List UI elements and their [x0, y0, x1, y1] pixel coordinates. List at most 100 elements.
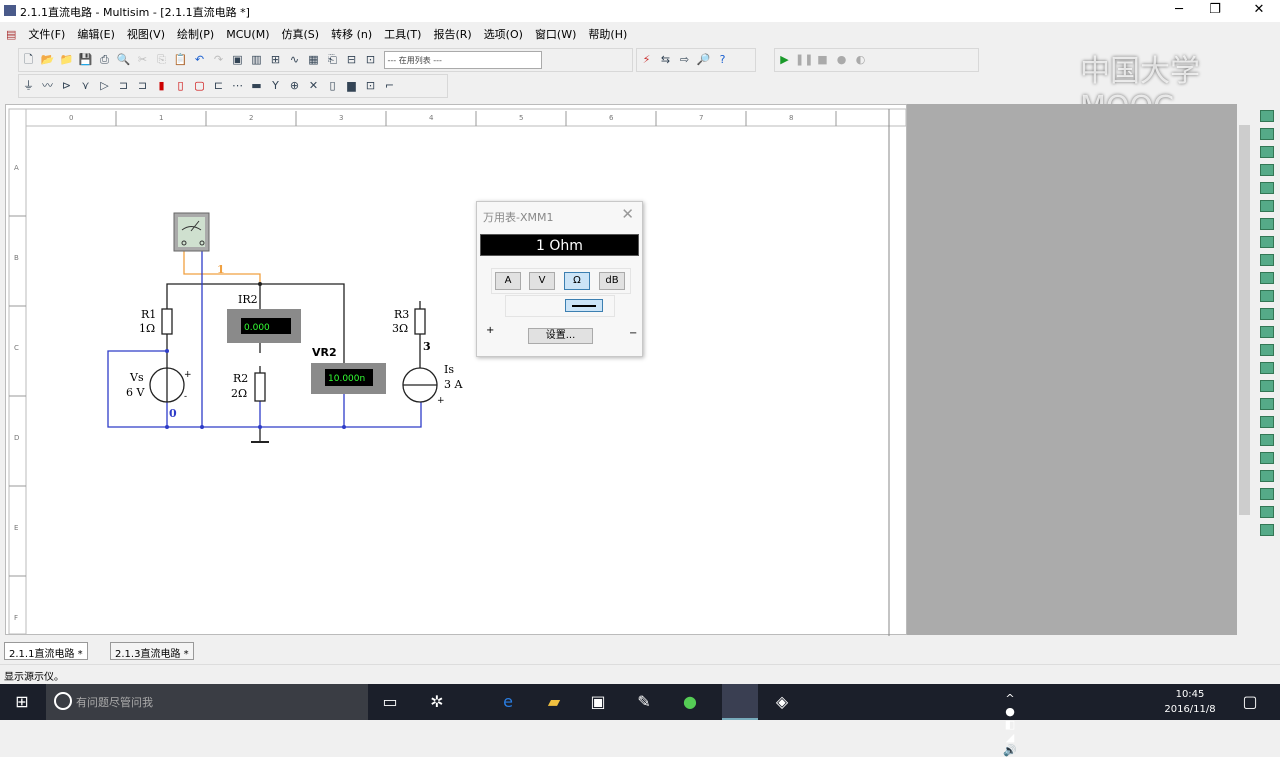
- hier-block-icon[interactable]: ▆: [343, 78, 360, 94]
- erc-icon[interactable]: ⚡: [638, 52, 655, 68]
- bus-icon[interactable]: ⊡: [362, 78, 379, 94]
- paste-icon[interactable]: 📋: [172, 52, 189, 68]
- undo-icon[interactable]: ↶: [191, 52, 208, 68]
- file-explorer-icon[interactable]: ▰: [544, 692, 564, 712]
- tab-2-1-3[interactable]: 2.1.3直流电路 *: [110, 642, 194, 660]
- mode-a-button[interactable]: A: [495, 272, 521, 290]
- instrument-icon[interactable]: [1260, 506, 1274, 518]
- instrument-icon[interactable]: [1260, 272, 1274, 284]
- toggle-design-icon[interactable]: ▣: [229, 52, 246, 68]
- in-use-list-dropdown[interactable]: --- 在用列表 ---: [383, 51, 542, 69]
- green-app-icon[interactable]: ●: [680, 692, 700, 712]
- instrument-icon[interactable]: [1260, 398, 1274, 410]
- mode-db-button[interactable]: dB: [599, 272, 625, 290]
- menu-item[interactable]: 仿真(S): [276, 22, 326, 46]
- app-icon-2[interactable]: ◈: [772, 692, 792, 712]
- multisim-task[interactable]: [722, 684, 758, 720]
- schematic-workspace[interactable]: 0 1 2 3 4 5 6 7 8 A B C D E F 1 0 3 R1 1Ω R2 2Ω R3 3Ω: [5, 104, 907, 636]
- instrument-icon[interactable]: [1260, 452, 1274, 464]
- instrument-icon[interactable]: [1260, 380, 1274, 392]
- task-view-icon[interactable]: ▭: [380, 692, 400, 712]
- misc-icon[interactable]: ⋯: [229, 78, 246, 94]
- mixed-icon[interactable]: ▯: [172, 78, 189, 94]
- menu-item[interactable]: 视图(V): [121, 22, 171, 46]
- instrument-icon[interactable]: [1260, 164, 1274, 176]
- mcu-icon[interactable]: ▮: [153, 78, 170, 94]
- paint-icon[interactable]: ✎: [634, 692, 654, 712]
- instrument-icon[interactable]: [1260, 344, 1274, 356]
- mode-v-button[interactable]: V: [529, 272, 555, 290]
- instrument-icon[interactable]: [1260, 236, 1274, 248]
- menu-item[interactable]: 文件(F): [22, 22, 71, 46]
- power-icon[interactable]: ⊏: [210, 78, 227, 94]
- instrument-icon[interactable]: [1260, 110, 1274, 122]
- menu-item[interactable]: 绘制(P): [171, 22, 220, 46]
- instrument-icon[interactable]: [1260, 128, 1274, 140]
- instrument-icon[interactable]: [1260, 362, 1274, 374]
- windows-start-icon[interactable]: ⊞: [12, 692, 32, 712]
- mode-ohm-button[interactable]: Ω: [564, 272, 590, 290]
- open-sample-icon[interactable]: 📁: [58, 52, 75, 68]
- advanced-icon[interactable]: ▬: [248, 78, 265, 94]
- redo-icon[interactable]: ↷: [210, 52, 227, 68]
- help-icon[interactable]: ?: [714, 52, 731, 68]
- transfer-icon[interactable]: ⇨: [676, 52, 693, 68]
- calc-icon[interactable]: ▦: [305, 52, 322, 68]
- instrument-icon[interactable]: [1260, 146, 1274, 158]
- electromech-icon[interactable]: ⊕: [286, 78, 303, 94]
- instrument-icon[interactable]: [1260, 308, 1274, 320]
- maximize-button[interactable]: ❐: [1203, 2, 1227, 17]
- clock[interactable]: 10:45 2016/11/8: [1160, 687, 1220, 717]
- instrument-icon[interactable]: [1260, 488, 1274, 500]
- cortana-search[interactable]: 有问题尽管问我: [46, 684, 368, 720]
- instrument-icon[interactable]: [1260, 434, 1274, 446]
- grapher-icon[interactable]: ∿: [286, 52, 303, 68]
- open-icon[interactable]: 📂: [39, 52, 56, 68]
- menu-item[interactable]: 报告(R): [427, 22, 477, 46]
- spreadsheet-icon[interactable]: ▥: [248, 52, 265, 68]
- instrument-icon[interactable]: [1260, 290, 1274, 302]
- print-icon[interactable]: ⎙: [96, 52, 113, 68]
- rf-icon[interactable]: Y: [267, 78, 284, 94]
- minimize-button[interactable]: ─: [1167, 2, 1191, 17]
- new-icon[interactable]: 🗋: [20, 52, 37, 68]
- db-icon[interactable]: ⊡: [362, 52, 379, 68]
- find-icon[interactable]: 🔎: [695, 52, 712, 68]
- hierarchy-icon[interactable]: ⊟: [343, 52, 360, 68]
- clipboard-icon[interactable]: ⎗: [324, 52, 341, 68]
- menu-item[interactable]: 选项(O): [478, 22, 529, 46]
- basic-icon[interactable]: 〰: [39, 78, 56, 94]
- instrument-icon[interactable]: [1260, 470, 1274, 482]
- stop-icon[interactable]: ■: [814, 52, 831, 68]
- step-icon[interactable]: ●: [833, 52, 850, 68]
- pause-icon[interactable]: ❚❚: [795, 52, 813, 68]
- transistor-icon[interactable]: ⋎: [77, 78, 94, 94]
- print-preview-icon[interactable]: 🔍: [115, 52, 132, 68]
- cmos-icon[interactable]: ⊐: [134, 78, 151, 94]
- resistor-r3[interactable]: [414, 308, 426, 335]
- probe-icon[interactable]: ◐: [852, 52, 869, 68]
- menu-item[interactable]: 帮助(H): [582, 22, 633, 46]
- sim-icon[interactable]: ⊞: [267, 52, 284, 68]
- dc-signal-button[interactable]: [565, 299, 603, 312]
- menu-item[interactable]: 编辑(E): [71, 22, 121, 46]
- backannotate-icon[interactable]: ⇆: [657, 52, 674, 68]
- resistor-r1[interactable]: [161, 308, 173, 335]
- menu-item[interactable]: 转移 (n): [325, 22, 378, 46]
- scrollbar-thumb[interactable]: [1239, 125, 1250, 515]
- edge-icon[interactable]: e: [498, 692, 518, 712]
- instrument-icon[interactable]: [1260, 182, 1274, 194]
- source-icon[interactable]: ⏚: [20, 78, 37, 94]
- app-icon-1[interactable]: ✲: [427, 692, 447, 712]
- resistor-r2[interactable]: [254, 372, 266, 402]
- settings-button[interactable]: 设置...: [528, 328, 593, 344]
- ttl-icon[interactable]: ⊐: [115, 78, 132, 94]
- store-icon[interactable]: ▣: [588, 692, 608, 712]
- run-icon[interactable]: ▶: [776, 52, 793, 68]
- notification-icon[interactable]: ▢: [1240, 692, 1260, 712]
- instrument-icon[interactable]: [1260, 200, 1274, 212]
- menu-item[interactable]: 窗口(W): [529, 22, 582, 46]
- instrument-icon[interactable]: [1260, 218, 1274, 230]
- indicator-icon[interactable]: ▢: [191, 78, 208, 94]
- copy-icon[interactable]: ⎘: [153, 52, 170, 68]
